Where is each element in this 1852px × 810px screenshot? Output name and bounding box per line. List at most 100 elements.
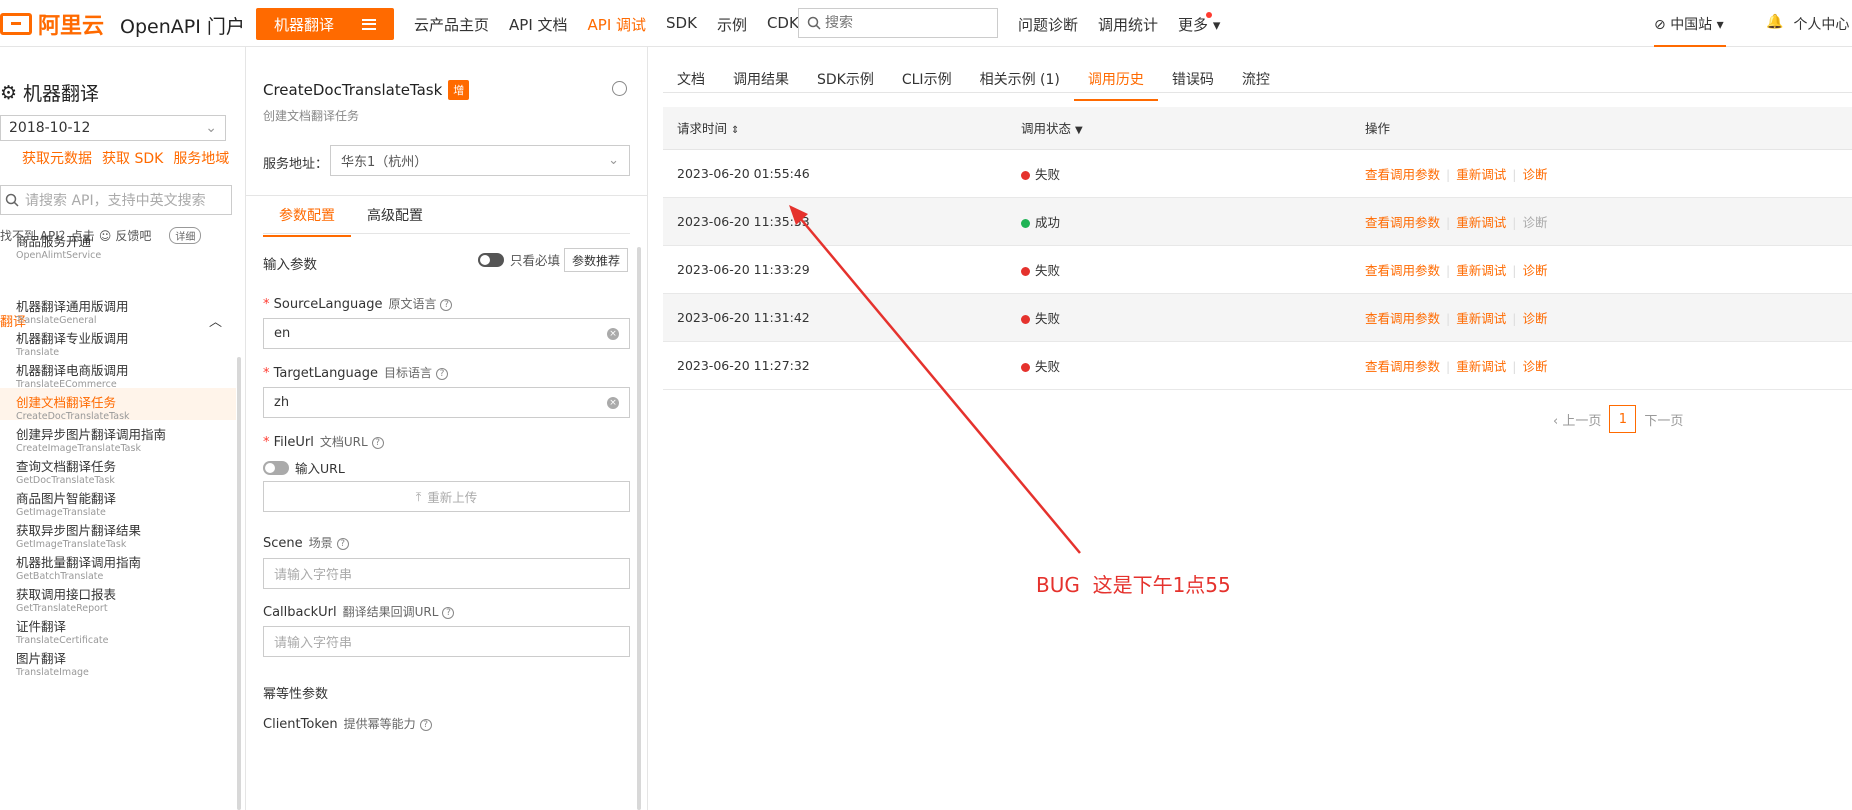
diagnose-link[interactable]: 诊断 [1522, 263, 1547, 278]
nav-api-docs[interactable]: API 文档 [509, 14, 568, 35]
aliyun-logo[interactable]: 阿里云 [0, 10, 104, 39]
redebug-link[interactable]: 重新调试 [1456, 311, 1506, 326]
col-label: 请求时间 [677, 121, 728, 137]
version-select[interactable]: 2018-10-12 ⌄ [0, 115, 226, 141]
site-selector[interactable]: ⊘ 中国站 ▾ [1654, 14, 1726, 47]
toggle-switch[interactable] [478, 252, 504, 267]
nav-product-home[interactable]: 云产品主页 [414, 14, 489, 35]
request-time: 2023-06-20 11:33:29 [663, 245, 1007, 294]
nav-sdk[interactable]: SDK [666, 14, 697, 35]
tab-call-history[interactable]: 调用历史 [1073, 69, 1158, 101]
link-get-sdk[interactable]: 获取 SDK [102, 148, 163, 168]
redebug-link[interactable]: 重新调试 [1456, 359, 1506, 374]
user-menu[interactable]: 🔔 个人中心 [1766, 14, 1849, 34]
view-params-link[interactable]: 查看调用参数 [1365, 215, 1440, 230]
callback-url-input[interactable]: 请输入字符串 [263, 626, 630, 657]
help-icon[interactable]: ? [440, 298, 453, 311]
fileurl-label: * FileUrl 文档URL? [263, 433, 384, 450]
sidebar-item-translate-image[interactable]: 图片翻译 TranslateImage [0, 648, 236, 678]
sidebar-item-translate-general[interactable]: 机器翻译通用版调用 TranslateGeneral [0, 296, 236, 326]
col-request-time[interactable]: 请求时间 ⇕ [663, 107, 1007, 150]
view-params-link[interactable]: 查看调用参数 [1365, 263, 1440, 278]
bell-icon[interactable]: 🔔 [1766, 14, 1783, 34]
tab-flow-control[interactable]: 流控 [1228, 69, 1284, 101]
top-search[interactable] [798, 8, 998, 38]
required-only-toggle[interactable]: 只看必填 [478, 250, 560, 269]
separator: | [1446, 358, 1451, 374]
call-history-table: 请求时间 ⇕ 调用状态 ▼ 操作 2023-06-20 01:55:46 失败 … [663, 107, 1852, 390]
sidebar-item-get-doc-translate-task[interactable]: 查询文档翻译任务 GetDocTranslateTask [0, 456, 236, 486]
sidebar-item-get-image-translate[interactable]: 商品图片智能翻译 GetImageTranslate [0, 488, 236, 518]
target-language-input[interactable]: zh × [263, 387, 630, 418]
target-language-label: * TargetLanguage 目标语言? [263, 364, 449, 381]
diagnose-link[interactable]: 诊断 [1522, 359, 1547, 374]
help-icon[interactable]: ? [336, 537, 349, 550]
sidebar-item-get-batch-translate[interactable]: 机器批量翻译调用指南 GetBatchTranslate [0, 552, 236, 582]
view-params-link[interactable]: 查看调用参数 [1365, 359, 1440, 374]
tab-call-result[interactable]: 调用结果 [719, 69, 803, 101]
diagnose-link[interactable]: 诊断 [1522, 311, 1547, 326]
tab-error-codes[interactable]: 错误码 [1158, 69, 1228, 101]
redebug-link[interactable]: 重新调试 [1456, 215, 1506, 230]
redebug-link[interactable]: 重新调试 [1456, 263, 1506, 278]
nav-api-debug[interactable]: API 调试 [588, 14, 647, 35]
sidebar-item-translate-ecommerce[interactable]: 机器翻译电商版调用 TranslateECommerce [0, 360, 236, 390]
help-icon[interactable]: ? [371, 436, 384, 449]
portal-title[interactable]: OpenAPI 门户 [120, 12, 245, 39]
result-tabs: 文档 调用结果 SDK示例 CLI示例 相关示例 (1) 调用历史 错误码 流控 [663, 69, 1284, 101]
sort-icon[interactable]: ⇕ [731, 125, 739, 136]
item-en-label: TranslateCertificate [16, 635, 109, 646]
link-get-metadata[interactable]: 获取元数据 [22, 148, 92, 168]
tab-docs[interactable]: 文档 [663, 69, 719, 101]
sidebar-item-translate[interactable]: 机器翻译专业版调用 Translate [0, 328, 236, 358]
item-en-label: CreateImageTranslateTask [16, 443, 141, 454]
api-header: CreateDocTranslateTask 增 [263, 80, 470, 100]
clear-icon[interactable]: × [607, 327, 619, 340]
col-call-status[interactable]: 调用状态 ▼ [1007, 107, 1351, 150]
view-params-link[interactable]: 查看调用参数 [1365, 311, 1440, 326]
source-language-input[interactable]: en × [263, 318, 630, 349]
param-recommend-button[interactable]: 参数推荐 [564, 248, 629, 272]
page-1-button[interactable]: 1 [1609, 405, 1637, 433]
toggle-switch[interactable] [263, 460, 289, 475]
clear-icon[interactable]: × [607, 396, 619, 409]
request-time: 2023-06-20 01:55:46 [663, 149, 1007, 198]
sidebar-item-get-translate-report[interactable]: 获取调用接口报表 GetTranslateReport [0, 584, 236, 614]
sidebar-item-translate-certificate[interactable]: 证件翻译 TranslateCertificate [0, 616, 236, 646]
help-icon[interactable]: ? [442, 606, 455, 619]
nav-diagnosis[interactable]: 问题诊断 [1018, 14, 1078, 35]
middle-scrollbar[interactable] [637, 247, 641, 810]
sidebar-item-open-service[interactable]: 商品服务开通 OpenAlimtService [0, 231, 236, 261]
top-search-input[interactable] [825, 15, 985, 31]
view-params-link[interactable]: 查看调用参数 [1365, 167, 1440, 182]
sidebar-item-get-image-translate-task[interactable]: 获取异步图片翻译结果 GetImageTranslateTask [0, 520, 236, 550]
nav-more[interactable]: 更多 ▾ [1178, 12, 1220, 35]
sidebar-item-create-image-translate-task[interactable]: 创建异步图片翻译调用指南 CreateImageTranslateTask [0, 424, 236, 454]
nav-call-stats[interactable]: 调用统计 [1098, 14, 1158, 35]
redebug-link[interactable]: 重新调试 [1456, 167, 1506, 182]
search-icon [5, 193, 19, 207]
tab-related-examples[interactable]: 相关示例 (1) [966, 69, 1074, 101]
link-service-regions[interactable]: 服务地域 [173, 148, 229, 168]
tab-cli-example[interactable]: CLI示例 [888, 69, 966, 101]
help-icon[interactable]: ? [436, 367, 449, 380]
sidebar-scrollbar[interactable] [237, 357, 241, 810]
service-address-select[interactable]: 华东1（杭州） ⌄ [330, 145, 630, 176]
smile-icon[interactable] [612, 81, 627, 96]
reupload-button[interactable]: ⤒ 重新上传 [263, 481, 630, 512]
nav-cdk[interactable]: CDK [767, 14, 799, 35]
tab-sdk-example[interactable]: SDK示例 [803, 69, 888, 101]
scene-input[interactable]: 请输入字符串 [263, 558, 630, 589]
filter-caret-icon[interactable]: ▼ [1075, 125, 1083, 136]
api-search[interactable]: 请搜索 API，支持中英文搜索 [0, 185, 232, 215]
prev-page-button[interactable]: ‹ 上一页 [1553, 410, 1601, 429]
diagnose-link[interactable]: 诊断 [1522, 167, 1547, 182]
item-en-label: GetImageTranslate [16, 507, 106, 518]
input-url-toggle[interactable]: 输入URL [263, 458, 345, 477]
nav-examples[interactable]: 示例 [717, 14, 747, 35]
help-icon[interactable]: ? [419, 718, 432, 731]
diagnose-link: 诊断 [1522, 214, 1548, 230]
next-page-button[interactable]: 下一页 [1644, 410, 1683, 429]
product-menu-button[interactable]: 机器翻译 [256, 8, 394, 40]
sidebar-item-create-doc-translate-task[interactable]: 创建文档翻译任务 CreateDocTranslateTask [0, 388, 236, 422]
